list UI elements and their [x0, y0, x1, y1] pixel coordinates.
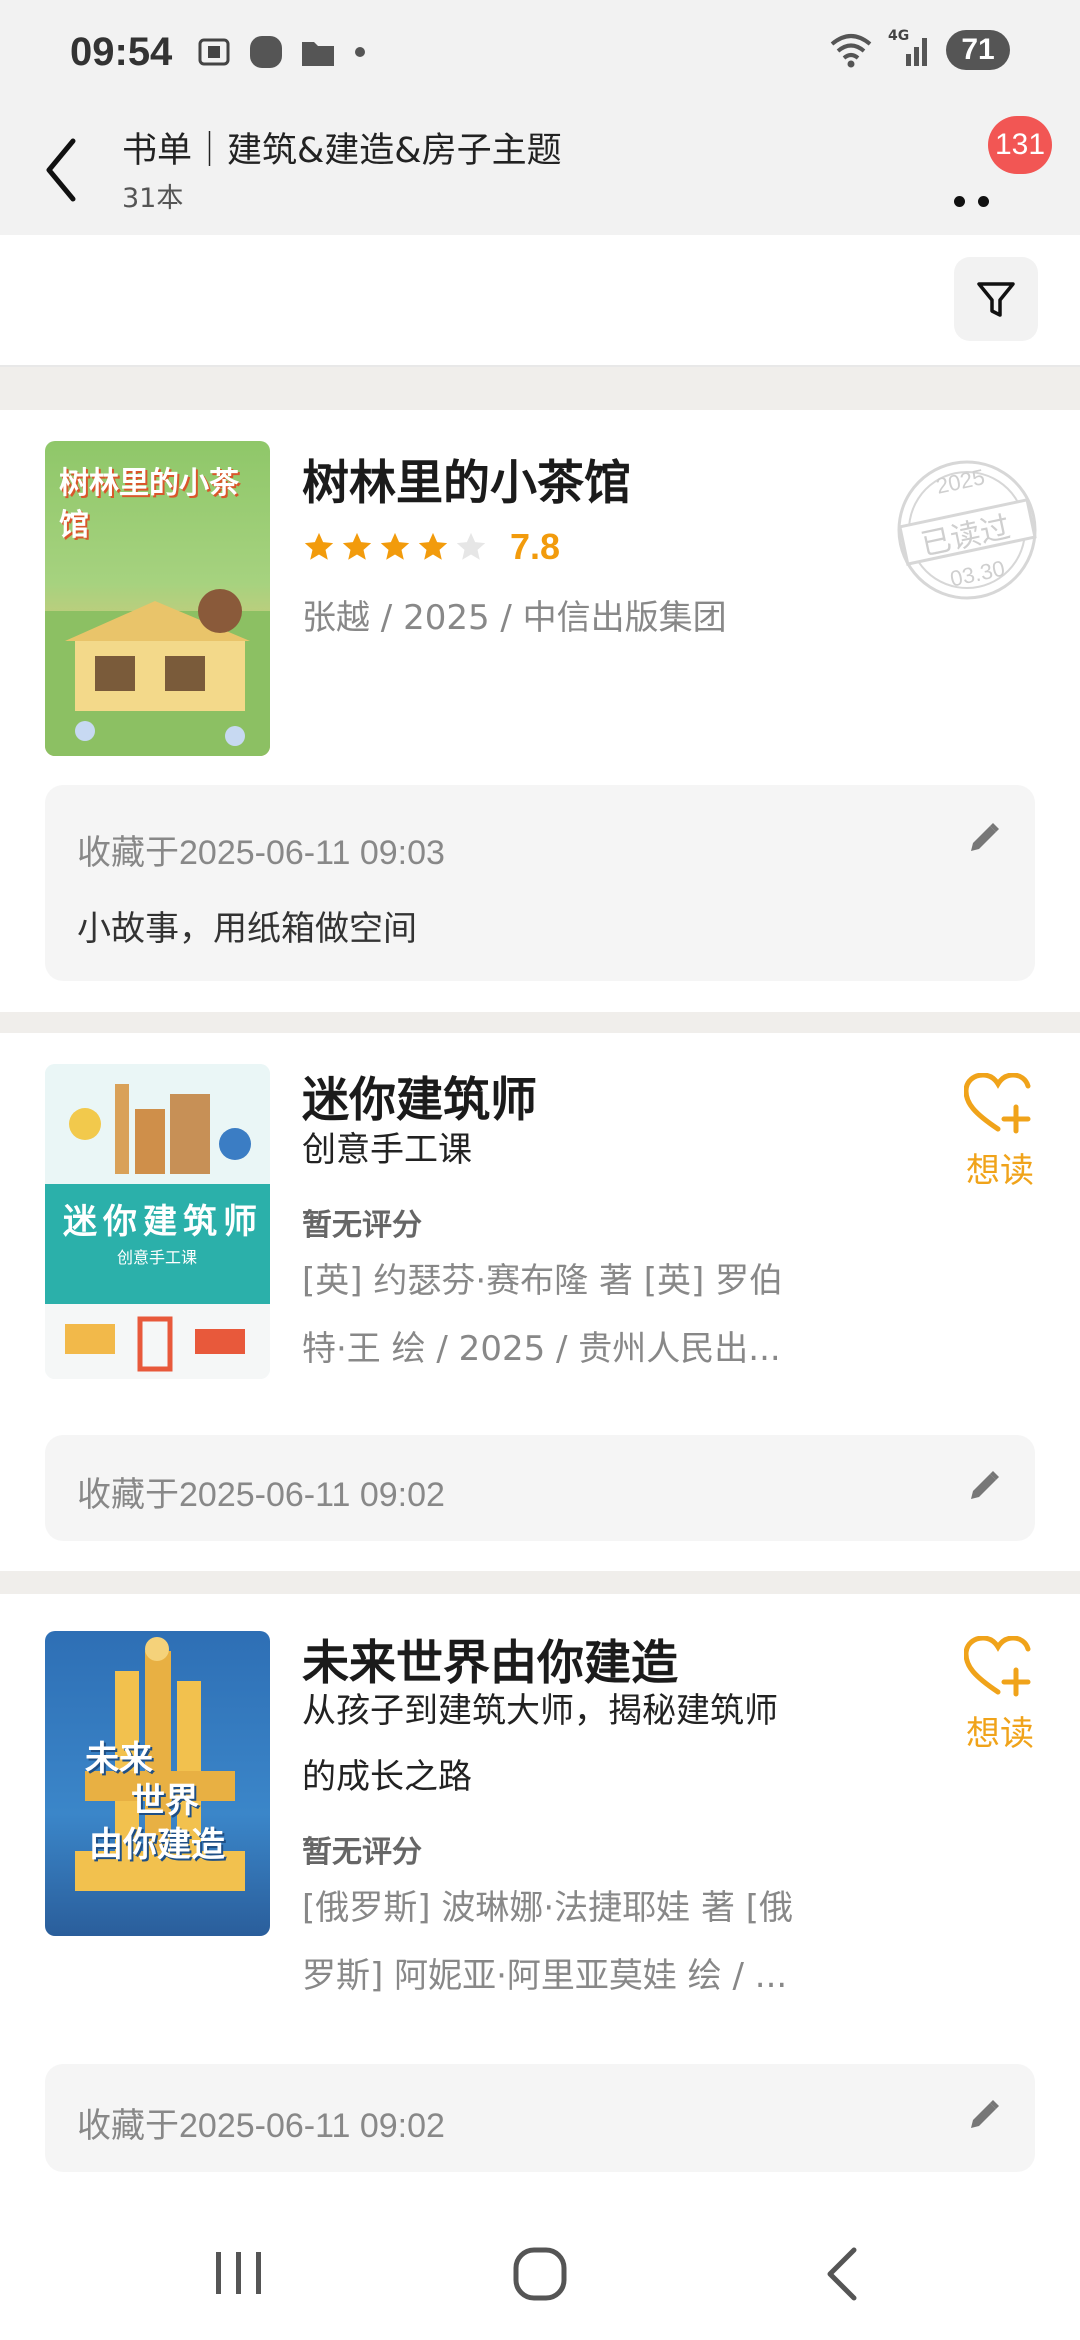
book-meta-line: 罗斯] 阿妮亚·阿里亚莫娃 绘 / ...: [302, 1956, 788, 1996]
note-date: 收藏于2025-06-11 09:03: [77, 834, 445, 872]
filter-icon: [977, 282, 1015, 317]
note-box[interactable]: 收藏于2025-06-11 09:03 小故事，用纸箱做空间: [45, 785, 1035, 981]
book-count: 31本: [122, 183, 184, 214]
book-subtitle-line: 的成长之路: [302, 1757, 472, 1797]
battery-indicator: 71: [946, 30, 1010, 70]
wifi-icon: [830, 34, 872, 68]
cover-title: 迷你建筑师: [63, 1202, 263, 1242]
pencil-icon[interactable]: [963, 1467, 1003, 1507]
book-card[interactable]: 迷你建筑师 创意手工课 迷你建筑师 创意手工课 暂无评分 [英] 约瑟芬·赛布隆…: [0, 1033, 1080, 1571]
no-rating-label: 暂无评分: [302, 1208, 422, 1243]
pencil-icon[interactable]: [963, 2096, 1003, 2136]
star-empty-icon: [456, 532, 486, 560]
pencil-icon[interactable]: [963, 819, 1003, 859]
heart-plus-icon: [964, 1073, 1031, 1134]
recent-apps-icon[interactable]: [212, 2250, 266, 2296]
star-filled-icon: [304, 532, 334, 560]
book-subtitle: 从孩子到建筑大师，揭秘建筑师 的成长之路: [302, 1678, 842, 1810]
want-to-read-button[interactable]: 想读: [955, 1073, 1045, 1192]
book-cover[interactable]: 树林里的小茶馆: [45, 441, 270, 756]
back-button[interactable]: [36, 130, 86, 210]
book-meta: 张越 / 2025 / 中信出版集团: [302, 598, 727, 638]
more-icon-dot: [978, 196, 989, 207]
notification-badge: 131: [988, 116, 1052, 174]
cover-title-line: 由你建造: [89, 1825, 225, 1865]
book-subtitle: 创意手工课: [302, 1130, 472, 1170]
heart-plus-icon: [964, 1636, 1031, 1697]
read-stamp: 2025 已读过 03.30: [892, 455, 1042, 605]
note-text: 小故事，用纸箱做空间: [77, 909, 417, 949]
rating-row: 7.8: [302, 526, 560, 568]
dot-icon: [355, 47, 365, 57]
battery-level: 71: [961, 33, 995, 66]
want-to-read-label: 想读: [966, 1714, 1034, 1754]
note-date: 收藏于2025-06-11 09:02: [77, 1476, 445, 1514]
book-card[interactable]: 未来 世界 由你建造 未来世界由你建造 从孩子到建筑大师，揭秘建筑师 的成长之路…: [0, 1594, 1080, 2200]
star-filled-icon: [418, 532, 448, 560]
folder-icon: [302, 42, 334, 66]
filter-button[interactable]: [954, 257, 1038, 341]
cover-title: 树林里的小茶馆: [59, 466, 239, 543]
book-meta: [英] 约瑟芬·赛布隆 著 [英] 罗伯 特·王 绘 / 2025 / 贵州人民…: [302, 1247, 842, 1383]
status-icons-left: [196, 34, 368, 70]
chevron-left-icon: [46, 138, 76, 202]
signal-icon: 4G: [888, 28, 932, 70]
home-icon[interactable]: [512, 2246, 568, 2302]
book-meta: [俄罗斯] 波琳娜·法捷耶娃 著 [俄 罗斯] 阿妮亚·阿里亚莫娃 绘 / ..…: [302, 1874, 842, 2010]
more-icon: [954, 196, 965, 207]
page-title: 书单｜建筑&建造&房子主题: [122, 131, 562, 171]
book-cover[interactable]: 未来 世界 由你建造: [45, 1631, 270, 1936]
system-nav-bar: [0, 2200, 1080, 2340]
cover-title-line: 世界: [131, 1781, 199, 1821]
book-meta-line: 特·王 绘 / 2025 / 贵州人民出...: [302, 1329, 781, 1369]
book-meta-line: [俄罗斯] 波琳娜·法捷耶娃 著 [俄: [302, 1888, 794, 1928]
note-box[interactable]: 收藏于2025-06-11 09:02: [45, 2064, 1035, 2172]
book-cover[interactable]: 迷你建筑师 创意手工课: [45, 1064, 270, 1379]
want-to-read-button[interactable]: 想读: [955, 1636, 1045, 1755]
book-title[interactable]: 树林里的小茶馆: [302, 444, 631, 513]
book-meta-line: [英] 约瑟芬·赛布隆 著 [英] 罗伯: [302, 1261, 784, 1301]
book-subtitle-line: 从孩子到建筑大师，揭秘建筑师: [302, 1691, 778, 1731]
status-time: 09:54: [70, 30, 173, 74]
app-icon: [250, 36, 282, 68]
star-filled-icon: [342, 532, 372, 560]
note-date: 收藏于2025-06-11 09:02: [77, 2107, 445, 2145]
status-icons-right: 4G 71: [828, 28, 1010, 70]
note-box[interactable]: 收藏于2025-06-11 09:02: [45, 1435, 1035, 1541]
no-rating-label: 暂无评分: [302, 1835, 422, 1870]
back-nav-icon[interactable]: [820, 2244, 864, 2304]
rating-score: 7.8: [510, 526, 561, 567]
top-app-bar: 书单｜建筑&建造&房子主题 31本: [0, 110, 1080, 235]
star-filled-icon: [380, 532, 410, 560]
book-card[interactable]: 树林里的小茶馆 树林里的小茶馆 7.8 张越 / 2025 / 中信出版集团 2…: [0, 410, 1080, 1012]
cover-subtitle: 创意手工课: [117, 1248, 198, 1267]
filter-bar: [0, 235, 1080, 367]
screenshot-icon: [198, 38, 230, 66]
status-bar: 09:54 4G 71: [0, 0, 1080, 110]
want-to-read-label: 想读: [966, 1151, 1034, 1191]
